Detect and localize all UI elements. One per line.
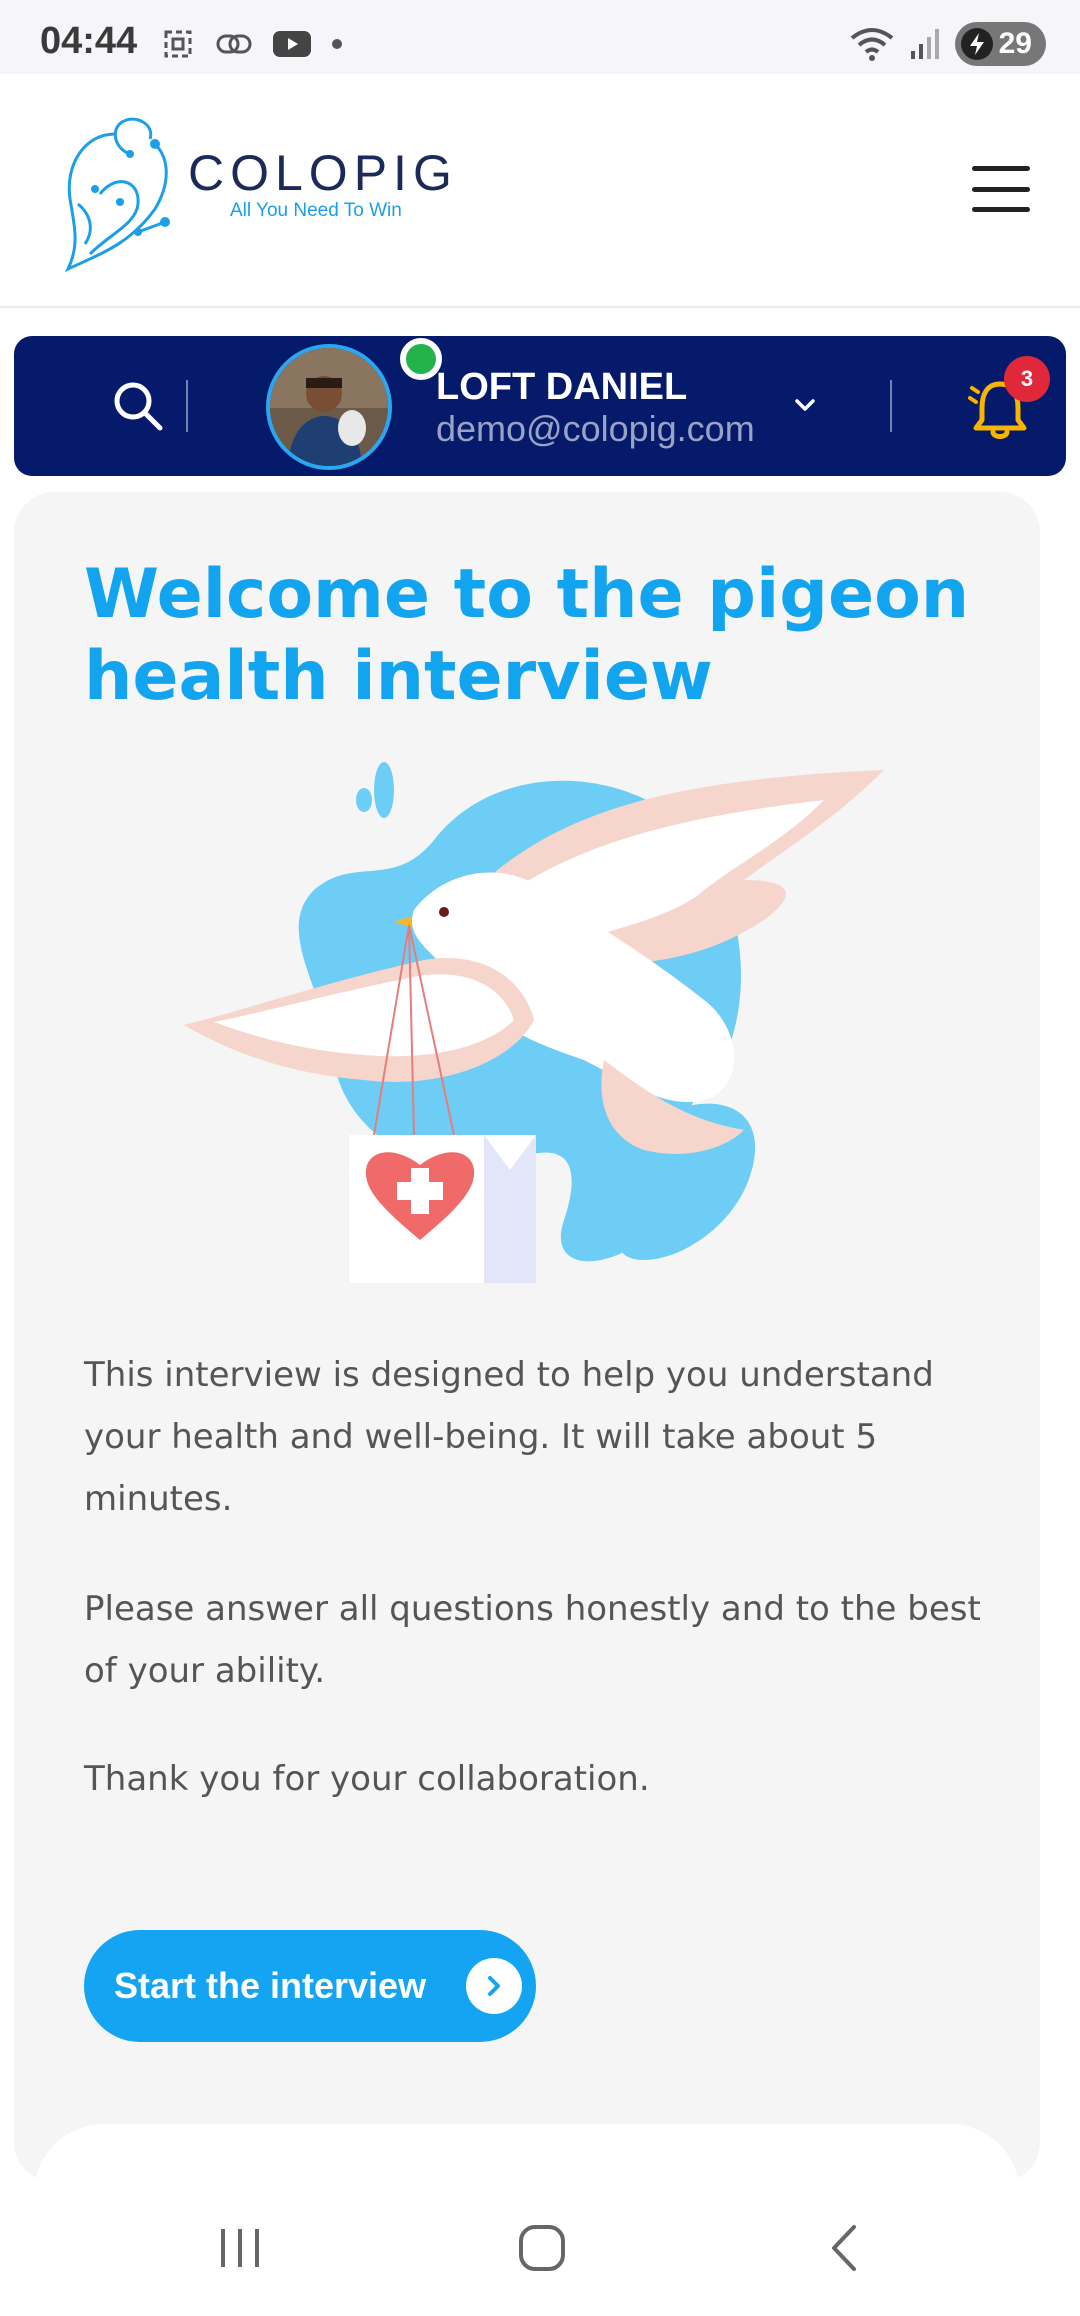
divider xyxy=(186,380,188,432)
pigeon-health-illustration xyxy=(184,762,884,1283)
android-nav-bar xyxy=(0,2180,1080,2316)
battery-charging-icon xyxy=(960,28,993,60)
user-name: LOFT DANIEL xyxy=(436,366,688,408)
chevron-right-icon xyxy=(466,1958,522,2014)
main-card: Welcome to the pigeon health interview T xyxy=(14,492,1040,2182)
youtube-icon xyxy=(273,31,311,57)
status-icons-left xyxy=(160,26,344,62)
screenshot-icon xyxy=(164,30,192,58)
logo-name: COLOPIG xyxy=(188,145,458,201)
status-bar: 04:44 29 xyxy=(0,0,1080,74)
link-icon xyxy=(216,34,252,54)
signal-icon xyxy=(910,29,939,59)
site-header: COLOPIG All You Need To Win xyxy=(0,74,1080,308)
page-title: Welcome to the pigeon health interview xyxy=(84,555,970,716)
notification-badge: 3 xyxy=(1004,356,1050,402)
instruction-paragraph: Please answer all questions honestly and… xyxy=(84,1589,981,1691)
back-icon[interactable] xyxy=(804,2218,884,2278)
battery-indicator: 29 xyxy=(954,22,1046,66)
user-email: demo@colopig.com xyxy=(436,408,755,449)
chevron-down-icon[interactable] xyxy=(790,390,820,420)
recent-apps-icon[interactable] xyxy=(200,2218,280,2278)
user-avatar-wrapper[interactable] xyxy=(266,338,442,470)
start-interview-label: Start the interview xyxy=(114,1965,427,2006)
wifi-icon xyxy=(850,28,893,61)
status-time: 04:44 xyxy=(40,20,138,62)
logo-tagline: All You Need To Win xyxy=(230,200,402,221)
colopig-logo-icon[interactable] xyxy=(60,104,180,274)
divider xyxy=(890,380,892,432)
dot-icon xyxy=(332,39,342,49)
user-bar: LOFT DANIEL demo@colopig.com 3 xyxy=(14,336,1066,476)
home-icon[interactable] xyxy=(502,2218,582,2278)
battery-level: 29 xyxy=(998,27,1032,60)
thanks-paragraph: Thank you for your collaboration. xyxy=(84,1759,650,1799)
intro-paragraph: This interview is designed to help you u… xyxy=(84,1355,934,1519)
start-interview-button[interactable]: Start the interview xyxy=(84,1930,536,2042)
status-icons-right: 29 xyxy=(849,22,1046,66)
hamburger-menu-icon[interactable] xyxy=(972,166,1030,212)
search-icon[interactable] xyxy=(108,376,168,436)
avatar[interactable] xyxy=(266,344,392,470)
